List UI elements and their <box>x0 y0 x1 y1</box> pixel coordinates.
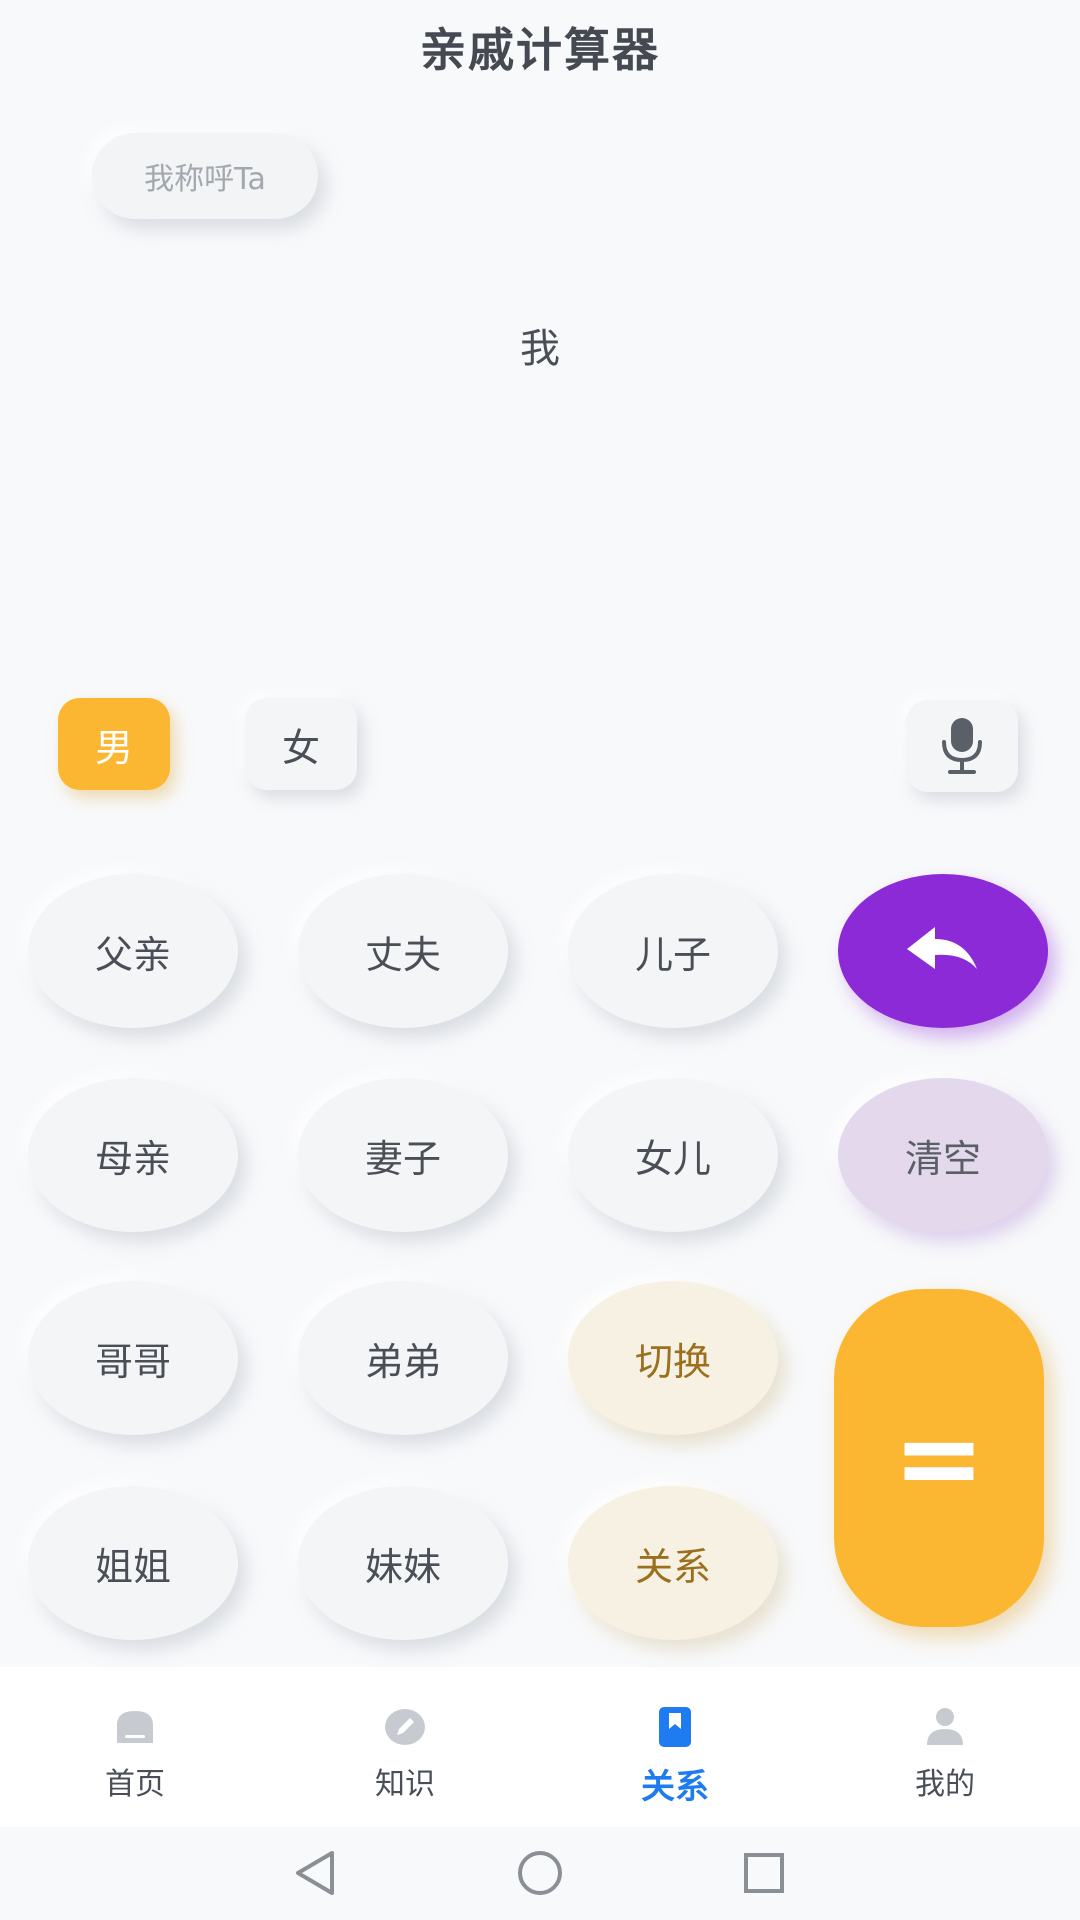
gender-male-button[interactable]: 男 <box>58 698 170 790</box>
undo-arrow-icon <box>907 927 977 969</box>
key-wife[interactable]: 妻子 <box>298 1078 508 1232</box>
result-display: 我 <box>520 326 560 372</box>
user-icon <box>927 1708 963 1745</box>
voice-input-button[interactable] <box>906 700 1018 792</box>
key-elder-sister[interactable]: 姐姐 <box>28 1486 238 1640</box>
backspace-button[interactable] <box>838 874 1048 1028</box>
page-title: 亲戚计算器 <box>420 23 660 77</box>
tab-home[interactable]: 首页 <box>0 1667 270 1827</box>
key-father[interactable]: 父亲 <box>28 874 238 1028</box>
bookmark-book-icon <box>659 1707 691 1747</box>
key-son[interactable]: 儿子 <box>568 874 778 1028</box>
key-elder-brother[interactable]: 哥哥 <box>28 1281 238 1435</box>
clear-button[interactable]: 清空 <box>838 1078 1048 1232</box>
system-navigation-bar <box>0 1827 1080 1920</box>
switch-button[interactable]: 切换 <box>568 1281 778 1435</box>
back-triangle-icon[interactable] <box>288 1845 344 1901</box>
relative-calculator-screen: 亲戚计算器 我称呼Ta 我 男 女 父亲 丈夫 儿子 母亲 妻子 女儿 清空 哥… <box>0 0 1080 1920</box>
home-circle-icon[interactable] <box>512 1845 568 1901</box>
tab-relation-label: 关系 <box>641 1767 709 1807</box>
gender-female-button[interactable]: 女 <box>245 698 357 790</box>
key-daughter[interactable]: 女儿 <box>568 1078 778 1232</box>
tab-relation[interactable]: 关系 <box>540 1667 810 1827</box>
key-husband[interactable]: 丈夫 <box>298 874 508 1028</box>
pencil-circle-icon <box>385 1709 425 1745</box>
tab-mine[interactable]: 我的 <box>810 1667 1080 1827</box>
home-icon <box>117 1711 153 1743</box>
tab-home-label: 首页 <box>105 1767 165 1802</box>
bottom-tab-bar: 首页 知识 关系 我的 <box>0 1667 1080 1827</box>
key-younger-brother[interactable]: 弟弟 <box>298 1281 508 1435</box>
mode-toggle-button[interactable]: 我称呼Ta <box>92 133 318 219</box>
microphone-icon <box>942 718 982 774</box>
recents-square-icon[interactable] <box>736 1845 792 1901</box>
relation-button[interactable]: 关系 <box>568 1486 778 1640</box>
tab-knowledge[interactable]: 知识 <box>270 1667 540 1827</box>
tab-knowledge-label: 知识 <box>375 1767 435 1802</box>
tab-mine-label: 我的 <box>915 1767 975 1802</box>
equals-button[interactable]: = <box>834 1289 1044 1627</box>
key-mother[interactable]: 母亲 <box>28 1078 238 1232</box>
key-younger-sister[interactable]: 妹妹 <box>298 1486 508 1640</box>
